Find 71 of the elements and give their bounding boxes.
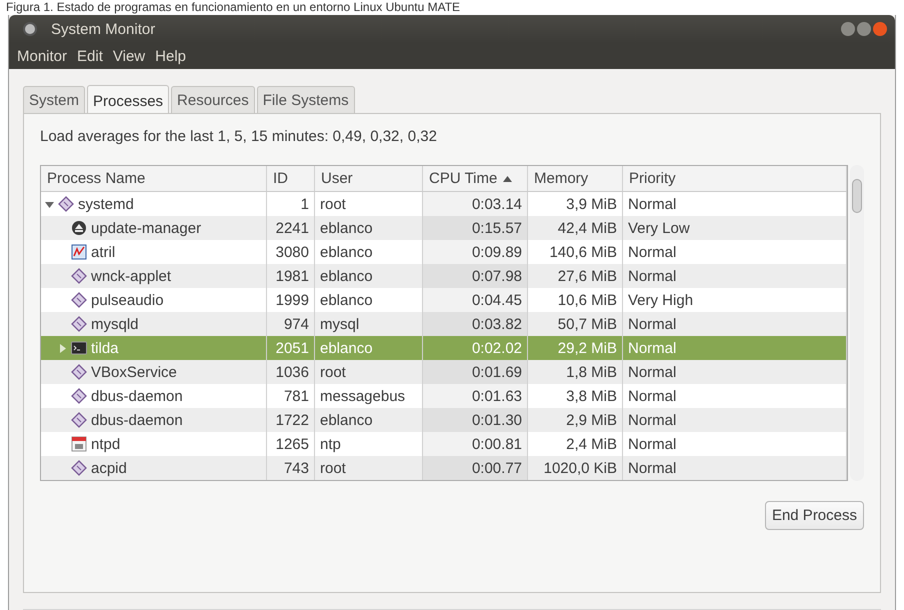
process-name: VBoxService xyxy=(91,364,177,380)
calendar-icon xyxy=(71,436,87,452)
end-process-button[interactable]: End Process xyxy=(764,501,864,530)
diamond-icon xyxy=(58,196,74,212)
process-name: mysqld xyxy=(91,316,139,332)
diamond-icon xyxy=(71,364,87,380)
table-cell: 0:07.98 xyxy=(423,264,528,288)
table-cell: 0:03.82 xyxy=(423,312,528,336)
process-name: atril xyxy=(91,244,116,260)
diamond-icon xyxy=(71,388,87,404)
app-icon xyxy=(23,22,37,36)
column-header[interactable]: CPU Time xyxy=(423,166,528,191)
process-row[interactable]: acpid 743 root 0:00.77 1020,0 KiB Normal xyxy=(41,456,848,480)
table-cell: 743 xyxy=(267,456,315,480)
table-cell: Normal xyxy=(623,456,848,480)
diamond-icon xyxy=(71,412,87,428)
diamond-icon xyxy=(71,460,87,476)
figure-caption: Figura 1. Estado de programas en funcionamiento en un entorno Linux Ubuntu MATE xyxy=(5,0,462,15)
table-cell: 1020,0 KiB xyxy=(528,456,623,480)
process-row[interactable]: dbus-daemon 1722 eblanco 0:01.30 2,9 MiB Normal xyxy=(41,408,848,432)
column-header[interactable]: Memory xyxy=(528,166,623,191)
maximize-button[interactable] xyxy=(857,22,871,36)
table-cell: 0:01.69 xyxy=(423,360,528,384)
process-name: wnck-applet xyxy=(91,268,172,284)
scrollbar[interactable] xyxy=(850,165,864,481)
menu-item[interactable]: Edit xyxy=(73,46,107,66)
column-header[interactable]: ID xyxy=(267,166,315,191)
diamond-icon xyxy=(71,316,87,332)
diamond-icon xyxy=(71,268,87,284)
table-cell: 0:04.45 xyxy=(423,288,528,312)
tab[interactable]: Processes xyxy=(87,85,170,114)
scrollbar-thumb[interactable] xyxy=(852,179,862,213)
column-header[interactable]: Process Name xyxy=(41,166,267,191)
update-icon xyxy=(71,220,87,236)
process-row[interactable]: wnck-applet 1981 eblanco 0:07.98 27,6 MiB Normal xyxy=(41,264,848,288)
menu-item[interactable]: Help xyxy=(151,46,190,66)
process-name: acpid xyxy=(91,460,127,476)
process-name: pulseaudio xyxy=(91,292,164,308)
menu-item[interactable]: Monitor xyxy=(13,46,72,66)
table-cell: 0:09.89 xyxy=(423,240,528,264)
process-row[interactable]: update-manager 2241 eblanco 0:15.57 42,4 MiB Very Low xyxy=(41,216,848,240)
chart-icon xyxy=(71,244,87,260)
process-row[interactable]: VBoxService 1036 root 0:01.69 1,8 MiB Normal xyxy=(41,360,848,384)
tab[interactable]: File Systems xyxy=(256,86,355,113)
close-button[interactable] xyxy=(873,22,887,36)
sort-arrow-icon xyxy=(503,176,512,182)
process-row[interactable]: mysqld 974 mysql 0:03.82 50,7 MiB Normal xyxy=(41,312,848,336)
process-name: tilda xyxy=(91,340,119,356)
process-name: systemd xyxy=(78,196,134,212)
table-cell: 0:03.14 xyxy=(423,192,528,216)
menu-item[interactable]: View xyxy=(108,46,150,66)
table-cell: 0:01.30 xyxy=(423,408,528,432)
minimize-button[interactable] xyxy=(841,22,855,36)
window-title: System Monitor xyxy=(51,20,156,38)
column-header[interactable]: User xyxy=(315,166,423,191)
process-name: dbus-daemon xyxy=(91,412,183,428)
load-averages-text: Load averages for the last 1, 5, 15 minutes: 0,49, 0,32, 0,32 xyxy=(40,128,438,145)
expander-icon[interactable] xyxy=(45,200,54,208)
process-name: update-manager xyxy=(91,220,202,236)
table-cell: 0:00.81 xyxy=(423,432,528,456)
table-cell: 0:15.57 xyxy=(423,216,528,240)
process-name: ntpd xyxy=(91,436,120,452)
table-cell: 0:01.63 xyxy=(423,384,528,408)
process-name: dbus-daemon xyxy=(91,388,183,404)
terminal-icon xyxy=(71,340,87,356)
tab[interactable]: Resources xyxy=(171,86,255,113)
tab[interactable]: System xyxy=(23,86,86,113)
table-cell: root xyxy=(315,456,423,480)
diamond-icon xyxy=(71,292,87,308)
table-cell: 0:00.77 xyxy=(423,456,528,480)
column-header[interactable]: Priority xyxy=(623,166,848,191)
